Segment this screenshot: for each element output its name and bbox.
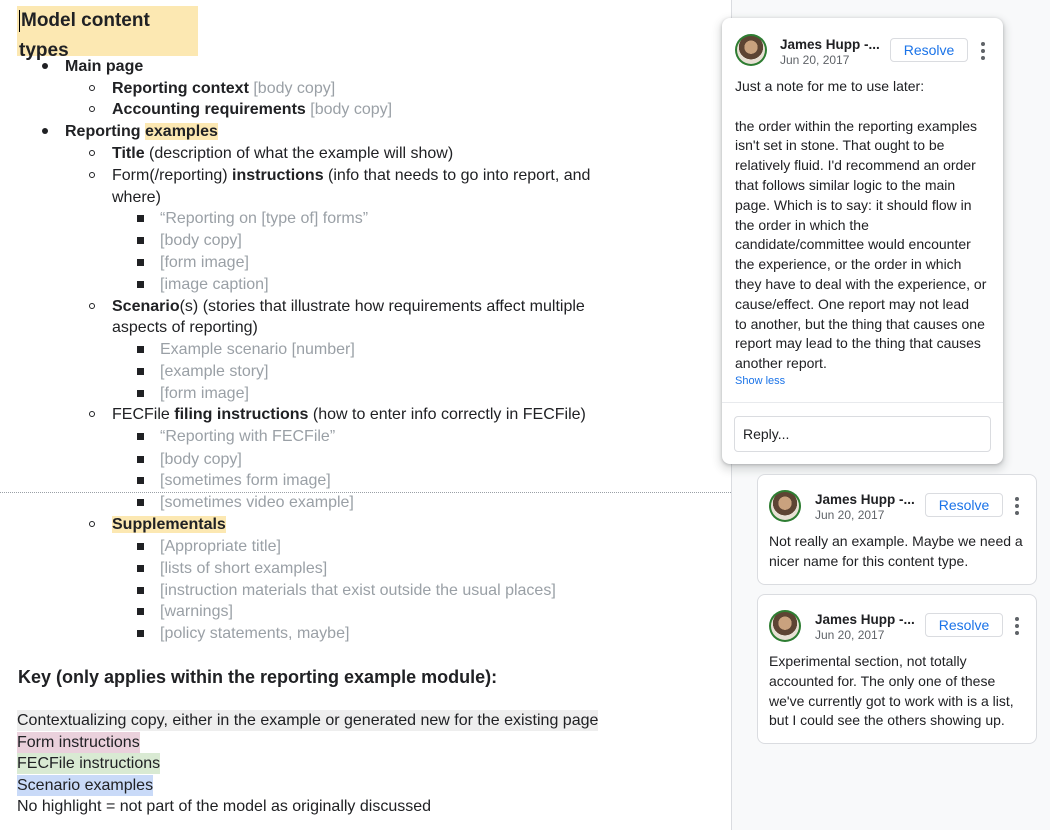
comment-card[interactable]: James Hupp -... Jun 20, 2017 Resolve Exp… [757, 594, 1037, 744]
outline-scenario-child[interactable]: [form image] [160, 383, 249, 404]
bullet [42, 128, 48, 134]
resolve-button[interactable]: Resolve [890, 38, 968, 62]
bullet [137, 390, 144, 397]
bullet [137, 215, 144, 222]
key-item-contextualizing[interactable]: Contextualizing copy, either in the exam… [17, 710, 599, 731]
comment-date: Jun 20, 2017 [815, 628, 885, 642]
outline-supplementals[interactable]: Supplementals [112, 514, 226, 535]
bullet [137, 368, 144, 375]
text-cursor [19, 9, 20, 32]
bullet [89, 303, 95, 309]
outline-fecfile[interactable]: FECFile filing instructions (how to ente… [112, 404, 586, 425]
comment-date: Jun 20, 2017 [780, 53, 850, 67]
outline-form-child[interactable]: [form image] [160, 252, 249, 273]
bullet [89, 106, 95, 112]
bullet [137, 499, 144, 506]
bullet [89, 411, 95, 417]
bullet [137, 587, 144, 594]
key-item-form-instructions[interactable]: Form instructions [17, 732, 140, 753]
bullet [137, 259, 144, 266]
doc-title[interactable]: Model content types [17, 6, 198, 61]
outline-form-instructions-cont[interactable]: where) [112, 187, 161, 208]
bullet [137, 630, 144, 637]
avatar[interactable] [735, 34, 767, 66]
divider [722, 402, 1003, 403]
avatar[interactable] [769, 490, 801, 522]
more-options-icon[interactable] [1015, 617, 1021, 638]
outline-title-item[interactable]: Title (description of what the example w… [112, 143, 453, 164]
outline-main-page[interactable]: Main page [65, 56, 143, 77]
key-item-fecfile[interactable]: FECFile instructions [17, 753, 161, 774]
outline-reporting-examples[interactable]: Reporting examples [65, 121, 218, 142]
comment-text: Just a note for me to use later: the ord… [735, 78, 987, 372]
bullet [89, 150, 95, 156]
bullet [137, 346, 144, 353]
reply-input[interactable]: Reply... [734, 416, 991, 452]
outline-fecfile-child[interactable]: [sometimes form image] [160, 470, 331, 491]
more-options-icon[interactable] [1015, 497, 1021, 518]
bullet [89, 521, 95, 527]
bullet [137, 281, 144, 288]
outline-supplemental-child[interactable]: [Appropriate title] [160, 536, 281, 557]
outline-fecfile-child[interactable]: [body copy] [160, 449, 242, 470]
bullet [137, 477, 144, 484]
document-page[interactable]: Model content types Main page Reporting … [0, 0, 731, 830]
outline-form-child[interactable]: [image caption] [160, 274, 269, 295]
outline-supplemental-child[interactable]: [warnings] [160, 601, 233, 622]
comment-anchor-line [0, 492, 731, 493]
comment-date: Jun 20, 2017 [815, 508, 885, 522]
key-heading[interactable]: Key (only applies within the reporting e… [18, 665, 497, 689]
resolve-button[interactable]: Resolve [925, 613, 1003, 637]
bullet [137, 565, 144, 572]
outline-fecfile-child[interactable]: [sometimes video example] [160, 492, 354, 513]
outline-supplemental-child[interactable]: [lists of short examples] [160, 558, 327, 579]
outline-scenarios[interactable]: Scenario(s) (stories that illustrate how… [112, 296, 585, 317]
comment-author: James Hupp -... [780, 37, 880, 52]
avatar[interactable] [769, 610, 801, 642]
bullet [89, 172, 95, 178]
outline-form-child[interactable]: [body copy] [160, 230, 242, 251]
outline-fecfile-child[interactable]: “Reporting with FECFile” [160, 426, 335, 447]
comment-card[interactable]: James Hupp -... Jun 20, 2017 Resolve Jus… [722, 18, 1003, 464]
key-item-no-highlight[interactable]: No highlight = not part of the model as … [17, 796, 431, 817]
bullet [137, 237, 144, 244]
more-options-icon[interactable] [981, 42, 987, 63]
comment-author: James Hupp -... [815, 492, 915, 507]
outline-scenario-child[interactable]: [example story] [160, 361, 268, 382]
bullet [42, 63, 48, 69]
resolve-button[interactable]: Resolve [925, 493, 1003, 517]
comment-text: Experimental section, not totally accoun… [769, 653, 1014, 729]
outline-scenario-child[interactable]: Example scenario [number] [160, 339, 355, 360]
comment-card[interactable]: James Hupp -... Jun 20, 2017 Resolve Not… [757, 474, 1037, 585]
bullet [137, 456, 144, 463]
outline-supplemental-child[interactable]: [policy statements, maybe] [160, 623, 349, 644]
outline-scenarios-cont[interactable]: aspects of reporting) [112, 317, 258, 338]
outline-accounting-requirements[interactable]: Accounting requirements [body copy] [112, 99, 392, 120]
outline-form-instructions[interactable]: Form(/reporting) instructions (info that… [112, 165, 590, 186]
outline-reporting-context[interactable]: Reporting context [body copy] [112, 78, 335, 99]
comment-text: Not really an example. Maybe we need a n… [769, 533, 1023, 569]
bullet [137, 608, 144, 615]
show-less-link[interactable]: Show less [735, 375, 785, 387]
outline-supplemental-child[interactable]: [instruction materials that exist outsid… [160, 580, 556, 601]
bullet [137, 433, 144, 440]
bullet [89, 85, 95, 91]
outline-form-child[interactable]: “Reporting on [type of] forms” [160, 208, 368, 229]
key-item-scenario[interactable]: Scenario examples [17, 775, 154, 796]
comment-author: James Hupp -... [815, 612, 915, 627]
bullet [137, 543, 144, 550]
